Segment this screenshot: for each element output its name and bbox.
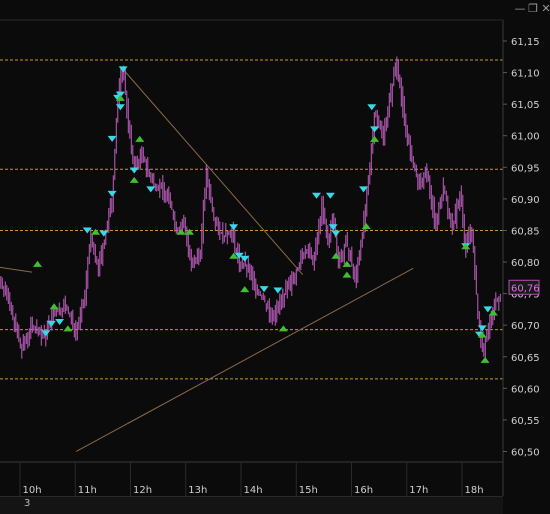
buy-signal-marker: [49, 303, 59, 310]
sell-signal-marker: [229, 224, 239, 231]
x-tick-label: 10h: [22, 485, 41, 496]
sell-signal-marker: [55, 319, 65, 326]
minimize-icon[interactable]: —: [514, 3, 526, 15]
buy-signal-marker: [135, 135, 145, 142]
sell-signal-marker: [312, 192, 322, 199]
buy-signal-marker: [331, 252, 341, 259]
sell-signal-marker: [107, 135, 117, 142]
y-tick-label: 60,80: [511, 258, 540, 269]
x-tick-label: 12h: [133, 485, 152, 496]
sell-signal-marker: [46, 320, 56, 327]
buy-signal-marker: [129, 176, 139, 183]
x-tick-label: 18h: [464, 485, 483, 496]
y-tick-label: 61,15: [511, 37, 540, 48]
y-tick-label: 60,50: [511, 447, 540, 458]
bottom-status-text: 3: [24, 498, 31, 509]
bottom-status-bar: 3: [0, 496, 503, 514]
last-price-label: 60,76: [511, 283, 540, 294]
sell-signal-marker: [107, 190, 117, 197]
buy-signal-marker: [278, 325, 288, 332]
sell-signal-marker: [370, 126, 380, 133]
x-tick-label: 11h: [78, 485, 97, 496]
y-tick-label: 61,00: [511, 132, 540, 143]
y-tick-label: 60,65: [511, 353, 540, 364]
buy-signal-marker: [361, 223, 371, 230]
x-tick-label: 17h: [409, 485, 428, 496]
sell-signal-marker: [115, 104, 125, 111]
sell-signal-marker: [331, 230, 341, 237]
y-tick-label: 61,10: [511, 69, 540, 80]
buy-signal-marker: [342, 271, 352, 278]
close-icon[interactable]: ✕: [540, 3, 550, 15]
y-tick-label: 60,85: [511, 226, 540, 237]
sell-signal-marker: [273, 287, 283, 294]
sell-signal-marker: [129, 167, 139, 174]
buy-signal-marker: [488, 309, 498, 316]
sell-signal-marker: [325, 192, 335, 199]
restore-icon[interactable]: ❐: [527, 3, 539, 15]
trendline: [0, 266, 33, 273]
y-tick-label: 60,95: [511, 163, 540, 174]
buy-signal-marker: [480, 356, 490, 363]
y-tick-label: 60,55: [511, 416, 540, 427]
buy-signal-marker: [91, 228, 101, 235]
sell-signal-marker: [328, 224, 338, 231]
buy-signal-marker: [33, 260, 43, 267]
x-tick-label: 13h: [188, 485, 207, 496]
y-tick-label: 61,05: [511, 100, 540, 111]
sell-signal-marker: [146, 186, 156, 193]
sell-signal-marker: [118, 66, 128, 73]
price-chart[interactable]: 61,15 61,10 61,05 61,00 60,95 60,90 60,85 60,80…: [0, 0, 550, 513]
sell-signal-marker: [259, 286, 269, 293]
buy-signal-marker: [240, 286, 250, 293]
y-tick-label: 60,90: [511, 195, 540, 206]
y-tick-label: 60,60: [511, 384, 540, 395]
x-tick-label: 15h: [299, 485, 318, 496]
buy-signal-marker: [63, 325, 73, 332]
sell-signal-marker: [367, 104, 377, 111]
x-tick-label: 14h: [243, 485, 262, 496]
x-tick-label: 16h: [354, 485, 373, 496]
trendline: [75, 267, 414, 452]
sell-signal-marker: [99, 230, 109, 237]
trading-chart-window: 61,15 61,10 61,05 61,00 60,95 60,90 60,85 60,80…: [0, 0, 550, 514]
buy-signal-marker: [370, 135, 380, 142]
y-tick-label: 60,70: [511, 321, 540, 332]
sell-signal-marker: [477, 325, 487, 332]
